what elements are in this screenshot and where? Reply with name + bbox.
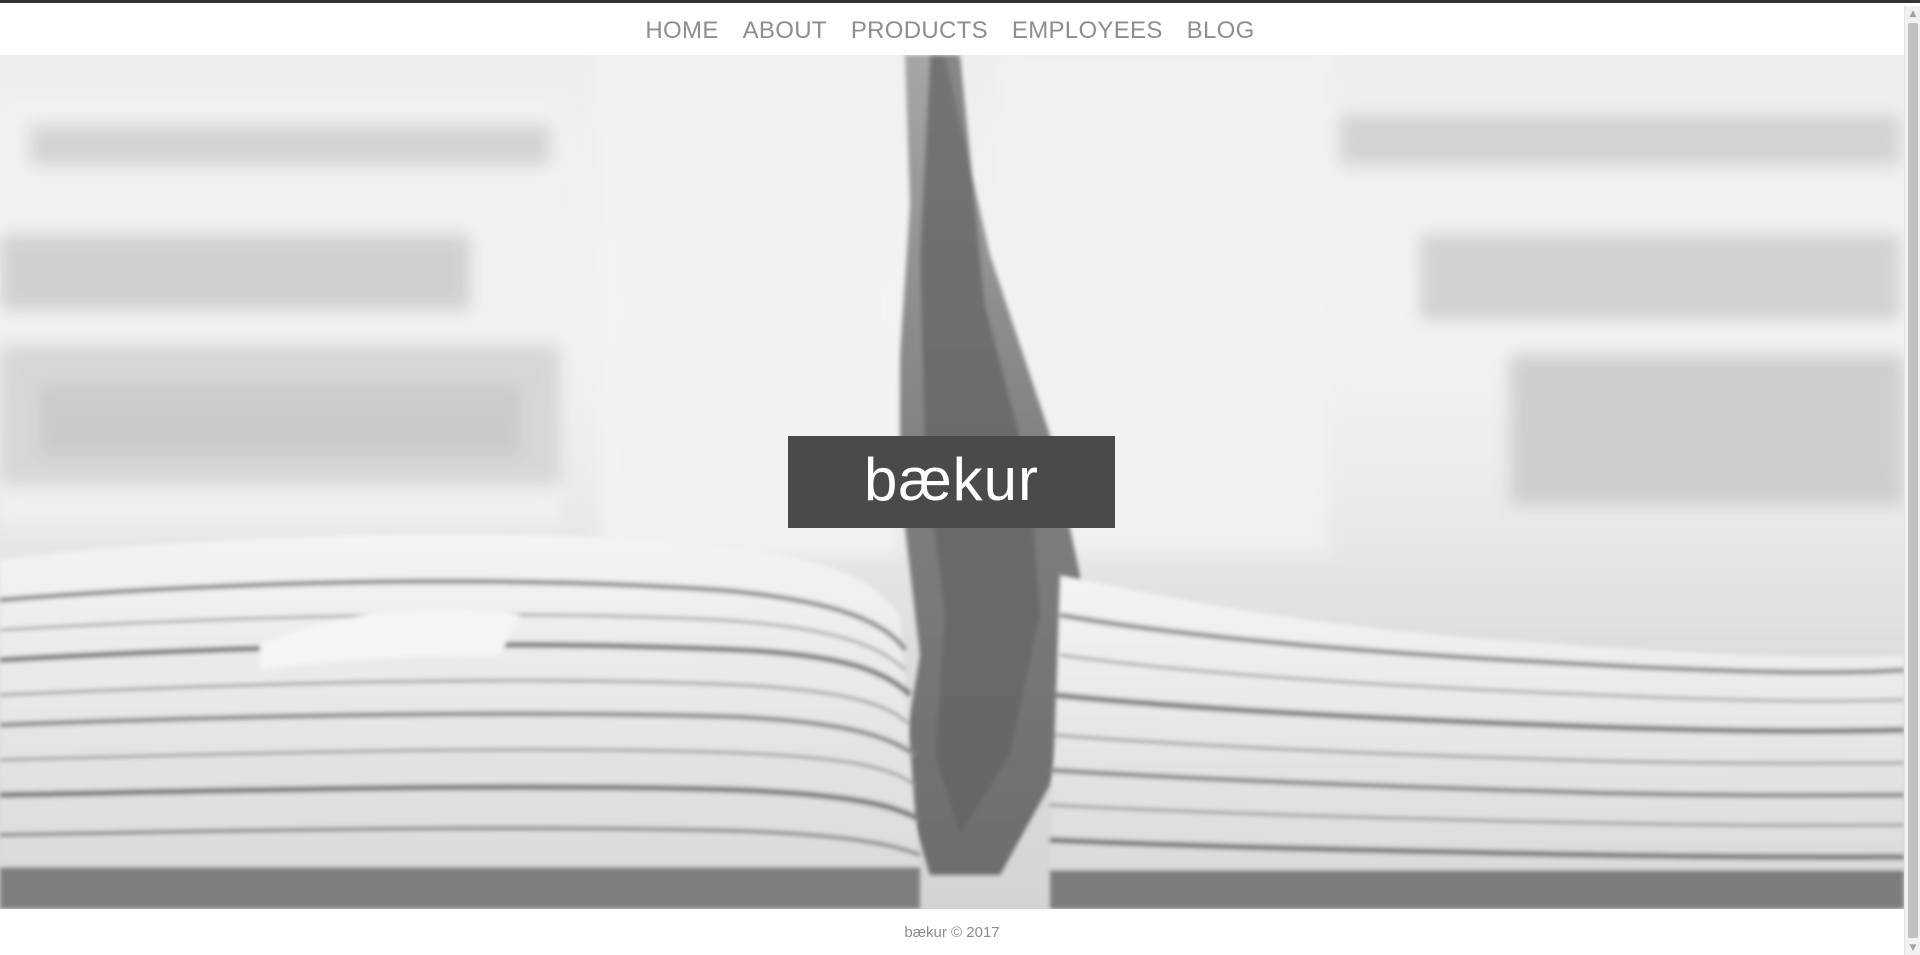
page-footer: bækur © 2017: [0, 909, 1904, 955]
brand-title-box: bækur: [788, 436, 1115, 528]
main-navigation: HOME ABOUT PRODUCTS EMPLOYEES BLOG: [0, 6, 1900, 55]
nav-link-blog[interactable]: BLOG: [1187, 18, 1255, 43]
nav-link-products[interactable]: PRODUCTS: [851, 18, 988, 43]
copyright-text: bækur © 2017: [904, 924, 1000, 941]
nav-link-about[interactable]: ABOUT: [743, 18, 827, 43]
hero-section: bækur: [0, 55, 1904, 909]
vertical-scrollbar[interactable]: ▲ ▼: [1904, 6, 1920, 955]
nav-link-home[interactable]: HOME: [645, 18, 718, 43]
brand-title: bækur: [863, 446, 1040, 513]
arrow-down-icon[interactable]: ▼: [1905, 940, 1920, 955]
nav-link-employees[interactable]: EMPLOYEES: [1012, 18, 1163, 43]
arrow-up-icon[interactable]: ▲: [1905, 6, 1920, 22]
scrollbar-thumb[interactable]: [1908, 23, 1918, 938]
browser-viewport: HOME ABOUT PRODUCTS EMPLOYEES BLOG bækur…: [0, 0, 1920, 955]
